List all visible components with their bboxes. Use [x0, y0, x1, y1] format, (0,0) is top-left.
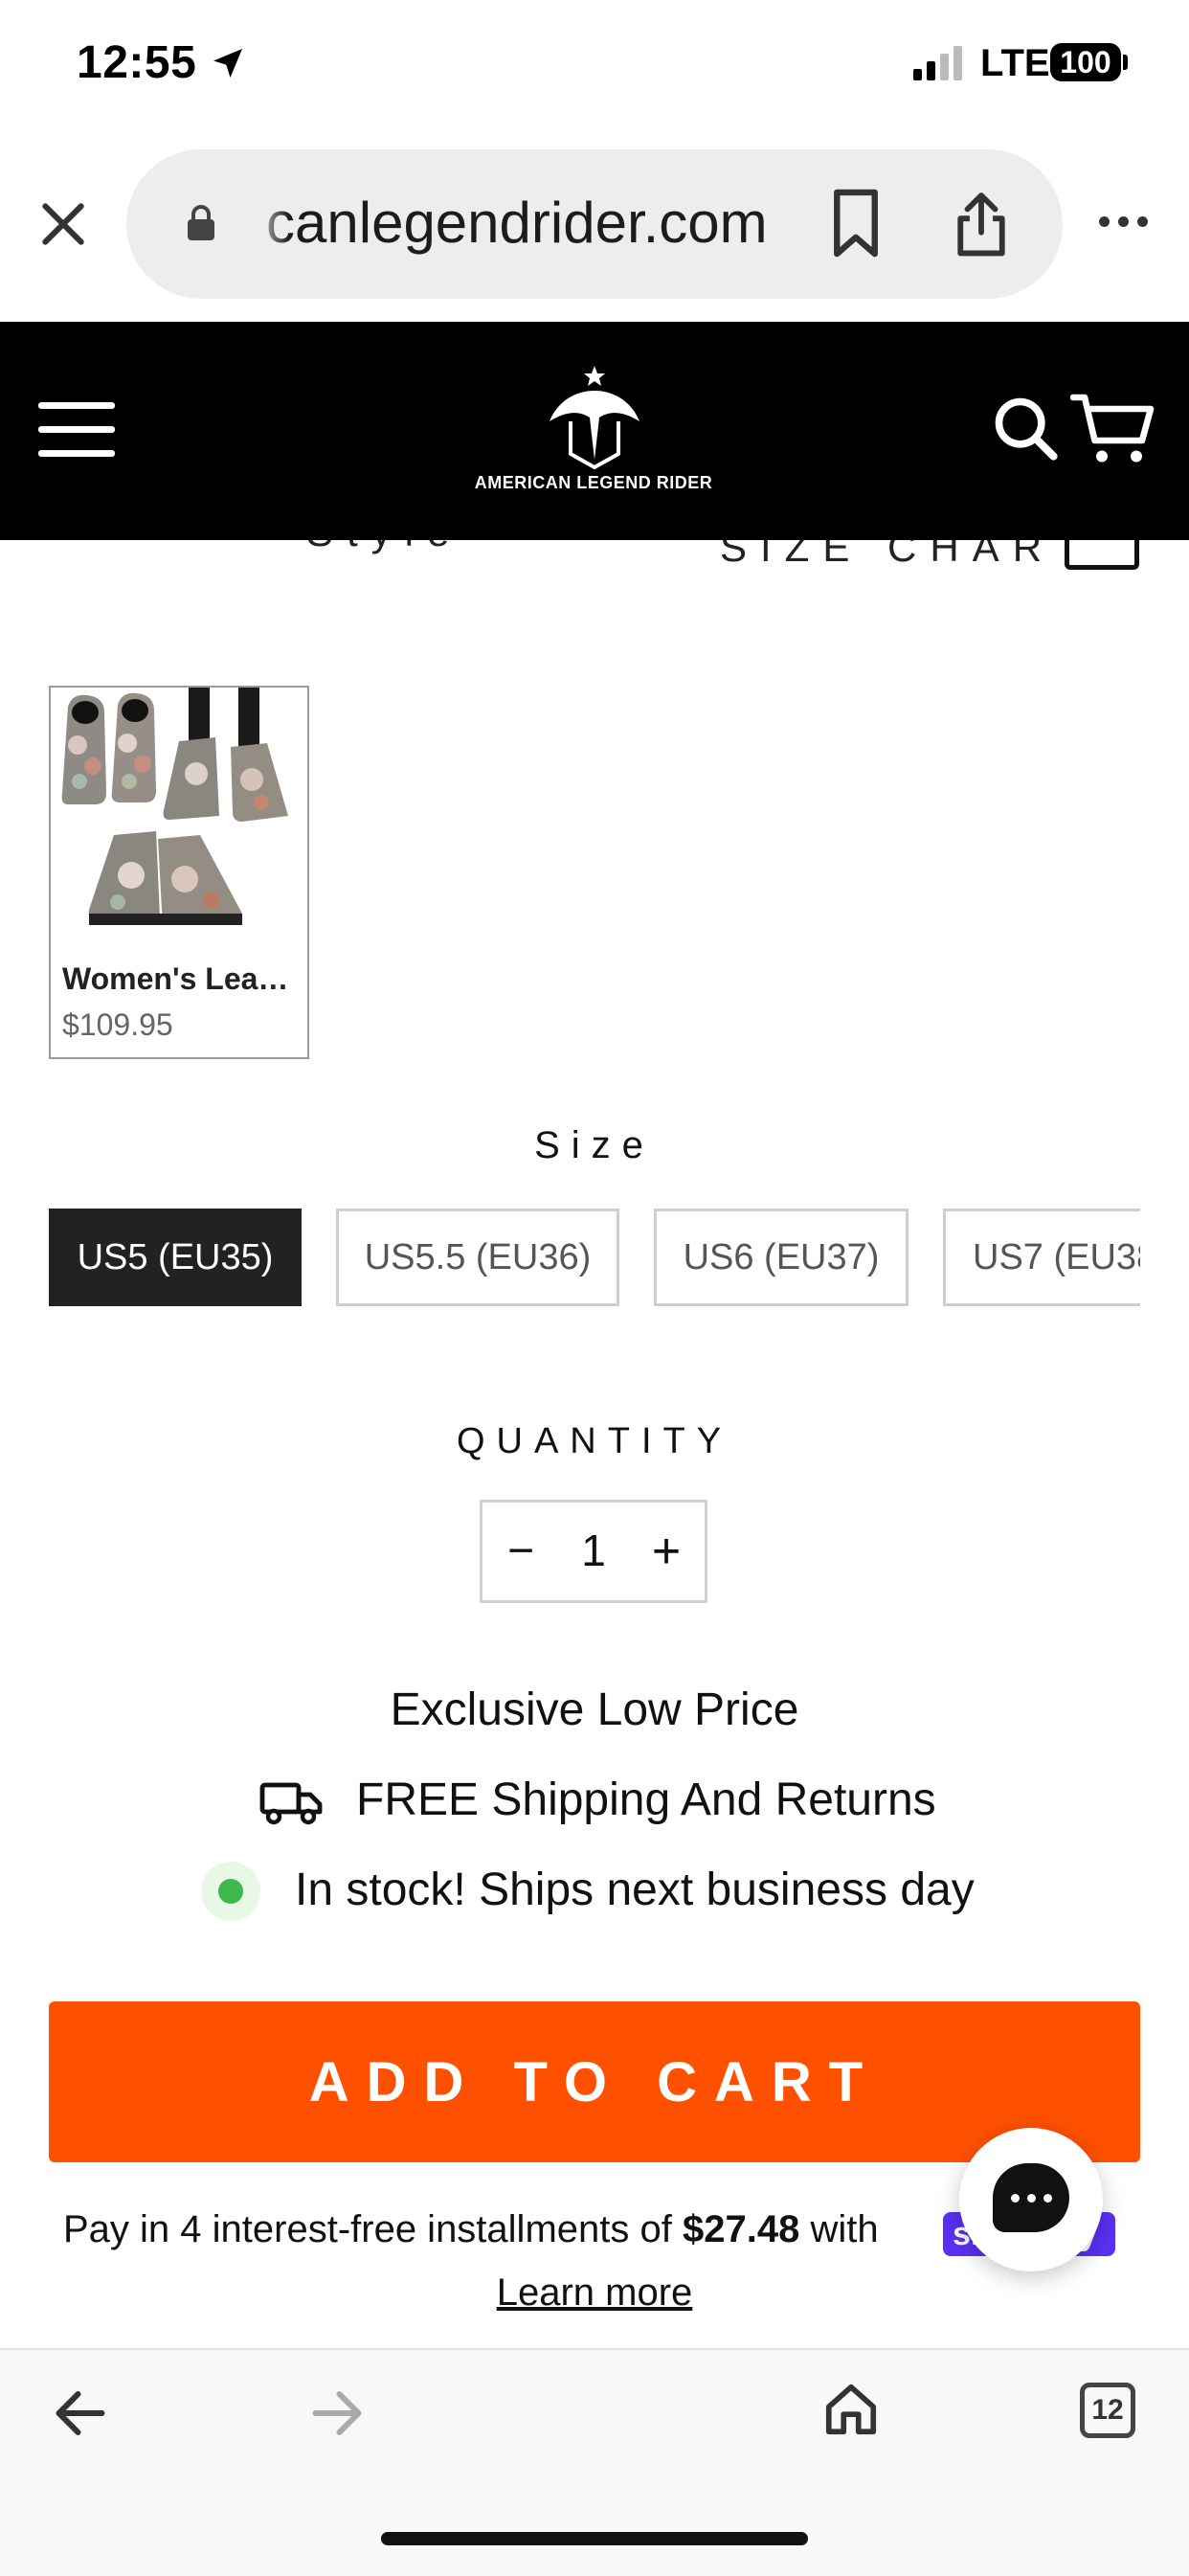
network-label: LTE [980, 42, 1050, 84]
chat-bubble-icon [993, 2163, 1069, 2232]
status-time: 12:55 [77, 37, 197, 88]
style-row: Style SIZE CHART [0, 540, 1189, 578]
quantity-decrease-button[interactable]: − [502, 1525, 540, 1577]
product-name: Women's Lea… [62, 961, 289, 996]
home-icon[interactable] [821, 2379, 881, 2440]
back-arrow-icon[interactable] [52, 2386, 109, 2440]
size-options: US5 (EU35) US5.5 (EU36) US6 (EU37) US7 (… [49, 1209, 1140, 1310]
url-fade [251, 182, 289, 259]
battery-icon: 100 [1050, 43, 1121, 81]
size-option-us6[interactable]: US6 (EU37) [654, 1209, 909, 1306]
battery-nub [1123, 55, 1128, 70]
quantity-input[interactable]: 1 [571, 1525, 617, 1576]
boots-product-image [51, 688, 307, 944]
installments-suffix: with [810, 2208, 879, 2250]
bookmark-icon[interactable] [827, 188, 885, 259]
search-icon[interactable] [990, 393, 1063, 465]
shipping-text: FREE Shipping And Returns [356, 1774, 936, 1825]
style-option-card[interactable]: Women's Lea… $109.95 [49, 686, 309, 1059]
tabs-button[interactable]: 12 [1080, 2383, 1135, 2438]
quantity-label: QUANTITY [456, 1421, 733, 1461]
learn-more-link[interactable]: Learn more [0, 2271, 1189, 2315]
share-icon[interactable] [953, 188, 1009, 259]
brand-name[interactable]: AMERICAN LEGEND RIDER [421, 473, 766, 493]
exclusive-price-text: Exclusive Low Price [390, 1684, 799, 1735]
size-chart-link[interactable]: SIZE CHART [720, 540, 1092, 571]
truck-icon [259, 1782, 323, 1825]
add-to-cart-button[interactable]: ADD TO CART [49, 2001, 1140, 2162]
installments-text: Pay in 4 interest-free installments of $… [63, 2208, 879, 2251]
size-option-us5-5[interactable]: US5.5 (EU36) [336, 1209, 619, 1306]
signal-strength-icon [913, 44, 962, 80]
ruler-icon[interactable] [1065, 540, 1139, 570]
stock-indicator-dot [218, 1879, 243, 1904]
home-indicator [381, 2532, 808, 2545]
brand-logo-icon[interactable] [536, 364, 653, 471]
lock-icon [188, 205, 214, 240]
url-text[interactable]: canlegendrider.com [266, 190, 768, 256]
size-label: Size [534, 1124, 655, 1166]
menu-icon[interactable] [38, 402, 115, 458]
location-arrow-icon [213, 49, 242, 78]
more-options-icon[interactable] [1099, 216, 1148, 227]
size-option-us5[interactable]: US5 (EU35) [49, 1209, 302, 1306]
installments-prefix: Pay in 4 interest-free installments of [63, 2208, 672, 2250]
style-label: Style [306, 540, 462, 555]
close-icon[interactable] [36, 197, 90, 251]
size-option-us7[interactable]: US7 (EU38 [943, 1209, 1140, 1306]
quantity-increase-button[interactable]: + [647, 1523, 685, 1580]
chat-button[interactable] [959, 2128, 1103, 2271]
installment-amount: $27.48 [682, 2208, 800, 2250]
forward-arrow-icon[interactable] [308, 2386, 366, 2440]
cart-icon[interactable] [1070, 391, 1156, 467]
product-price: $109.95 [62, 1007, 173, 1042]
stock-status-text: In stock! Ships next business day [295, 1864, 975, 1915]
